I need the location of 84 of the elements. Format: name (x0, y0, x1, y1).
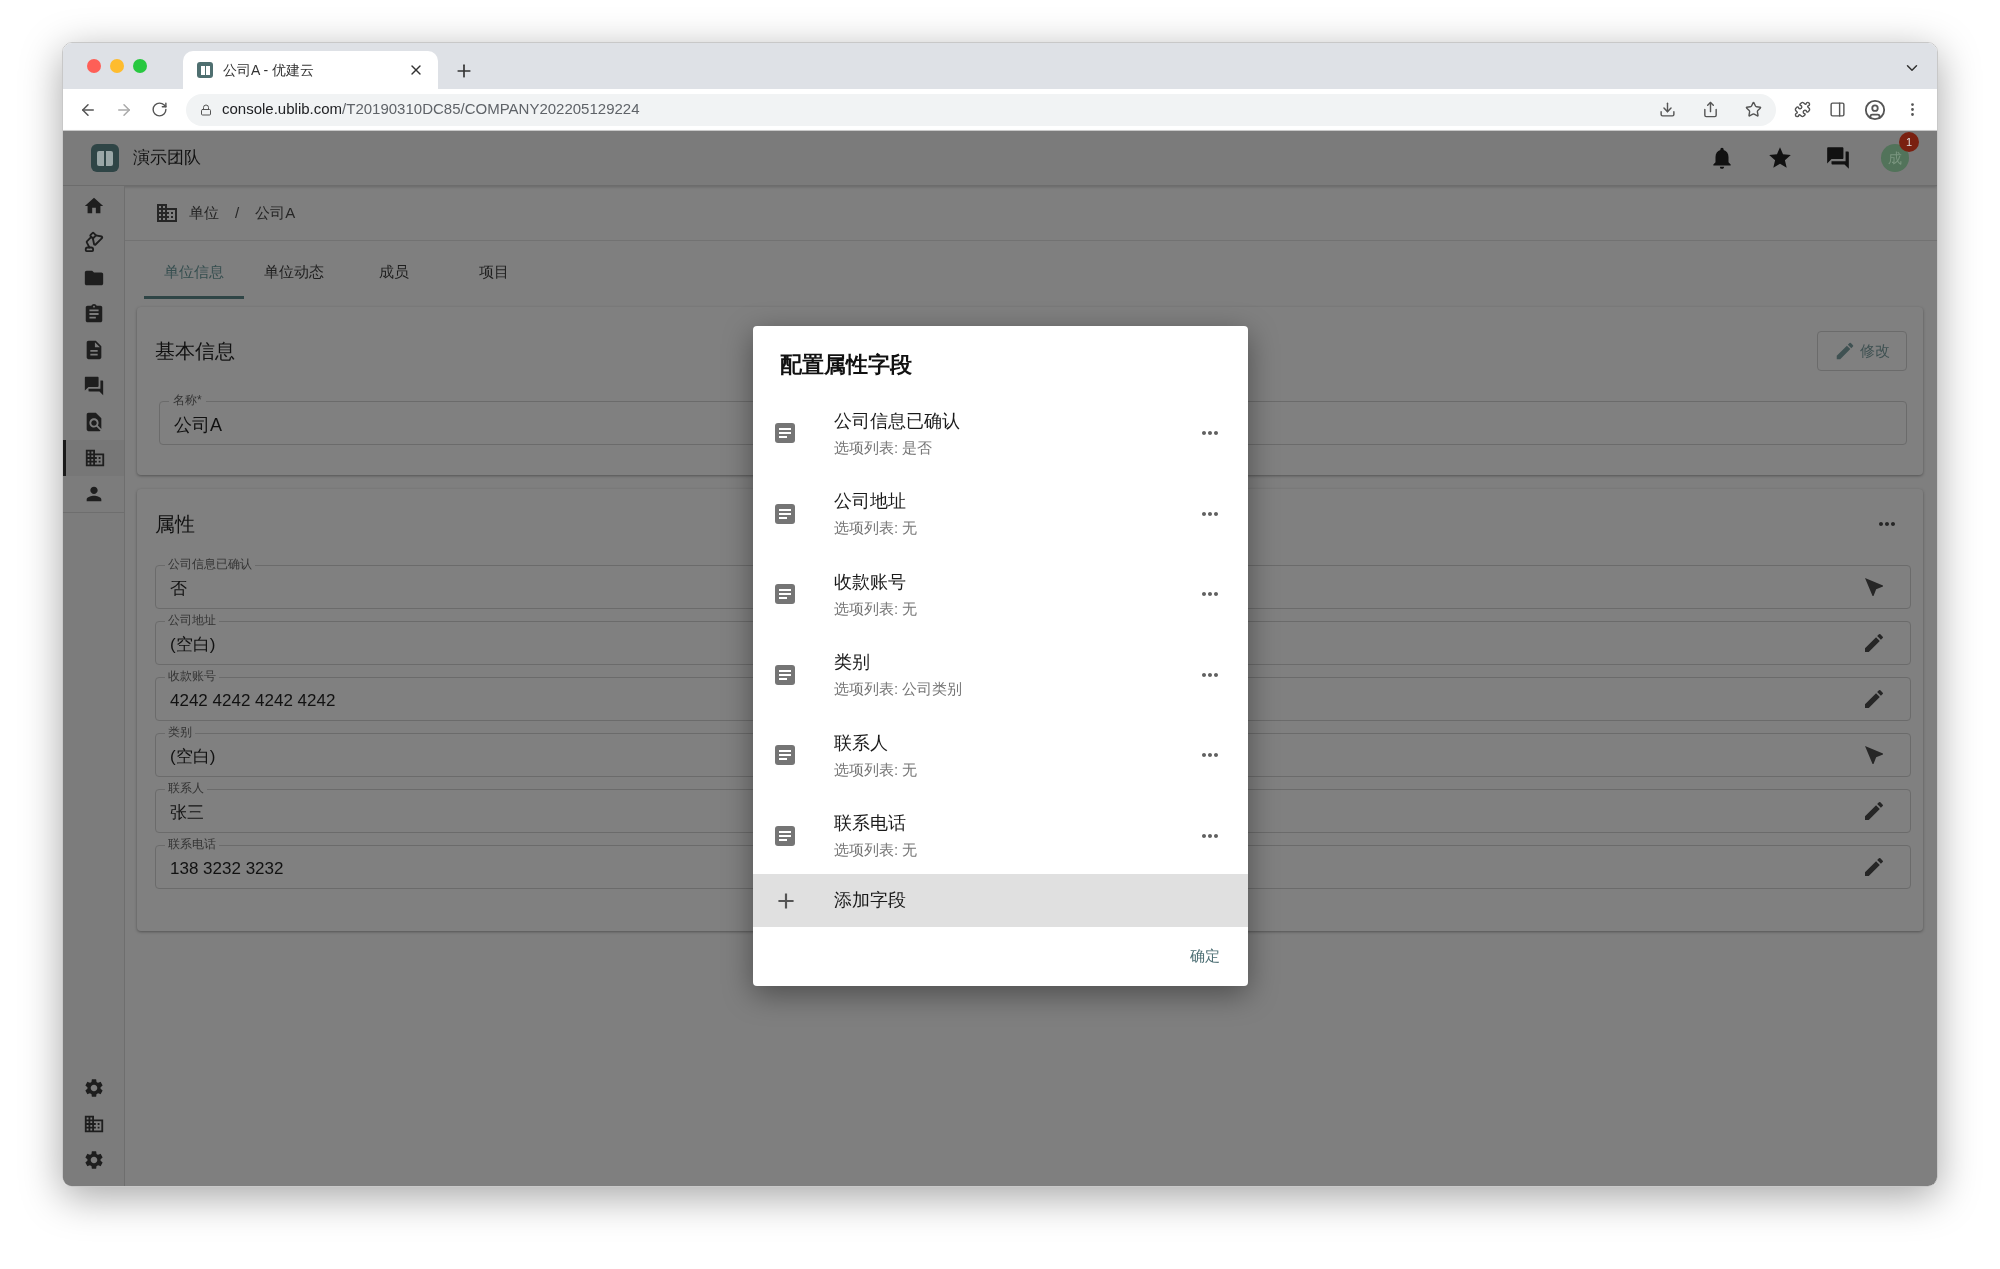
cursor-icon[interactable] (1862, 743, 1886, 767)
side-panel-icon[interactable] (1829, 101, 1846, 118)
field-value: 公司A (174, 413, 222, 437)
field-name: 公司地址 (834, 490, 907, 513)
dialog-title: 配置属性字段 (779, 351, 913, 379)
share-icon[interactable] (1702, 101, 1719, 118)
tab[interactable]: 成员 (344, 249, 444, 299)
profile-icon[interactable] (1864, 98, 1886, 121)
cursor-icon[interactable] (1862, 575, 1886, 599)
settings-icon (82, 1149, 105, 1171)
chat-icon (82, 375, 105, 397)
field-value: 4242 4242 4242 4242 (170, 690, 336, 713)
field-label: 收款账号 (165, 669, 219, 683)
edit-icon[interactable] (1862, 799, 1886, 823)
document-icon (775, 825, 795, 846)
document-icon (775, 584, 795, 605)
breadcrumb-current: 公司A (255, 202, 296, 223)
breadcrumb-link[interactable]: 单位 (189, 201, 219, 225)
edit-icon (1834, 340, 1856, 362)
field-value: 否 (170, 578, 187, 601)
building-icon (84, 447, 106, 469)
install-icon[interactable] (1659, 101, 1676, 118)
field-name: 收款账号 (834, 570, 907, 594)
field-value: 138 3232 3232 (170, 858, 284, 881)
extensions-icon[interactable] (1794, 101, 1811, 118)
url-path: /T20190310DC85/COMPANY202205129224 (342, 100, 640, 118)
team-name[interactable]: 演示团队 (133, 145, 1695, 171)
field-label: 类别 (165, 725, 195, 739)
document-icon (775, 745, 795, 766)
field-name: 公司信息已确认 (834, 409, 961, 433)
sidebar-item[interactable] (63, 440, 124, 476)
close-window-button[interactable] (87, 59, 101, 73)
field-value: (空白) (170, 746, 216, 769)
section-title: 基本信息 (155, 339, 235, 364)
field-label: 名称* (169, 393, 206, 407)
field-list-item[interactable]: 联系电话 选项列表: 无 (753, 795, 1248, 876)
browser-tab[interactable]: 公司A - 优建云 (183, 51, 438, 89)
document-icon (775, 664, 795, 685)
field-name: 类别 (834, 651, 871, 674)
field-list-item[interactable]: 联系人 选项列表: 无 (753, 715, 1248, 796)
breadcrumb-separator: / (235, 202, 240, 223)
field-label: 公司地址 (165, 613, 219, 627)
reload-icon[interactable] (151, 101, 168, 118)
field-options: 选项列表: 是否 (834, 436, 1198, 459)
field-label: 公司信息已确认 (165, 557, 255, 571)
document-icon (775, 423, 795, 444)
tab[interactable]: 单位动态 (244, 249, 344, 299)
field-list-item[interactable]: 类别 选项列表: 公司类别 (753, 634, 1248, 715)
tab[interactable]: 项目 (444, 249, 544, 299)
settings-icon (82, 1077, 105, 1099)
field-label: 联系人 (165, 781, 207, 795)
notification-badge: 1 (1899, 132, 1919, 152)
section-title: 属性 (155, 512, 195, 537)
bookmark-star-icon[interactable] (1745, 101, 1762, 118)
site-logo-icon (197, 62, 213, 78)
edit-icon[interactable] (1862, 687, 1886, 711)
edit-icon[interactable] (1862, 631, 1886, 655)
field-value: 张三 (170, 802, 204, 825)
field-options: 选项列表: 公司类别 (834, 678, 1198, 701)
field-options: 选项列表: 无 (834, 758, 1198, 781)
field-list-item[interactable]: 公司信息已确认 选项列表: 是否 (753, 393, 1248, 474)
field-list-item[interactable]: 收款账号 选项列表: 无 (753, 554, 1248, 635)
add-field-button[interactable]: 添加字段 (753, 874, 1248, 927)
field-options: 选项列表: 无 (834, 839, 1198, 862)
desk-lamp-icon (82, 231, 105, 253)
star-icon[interactable] (1767, 145, 1793, 171)
lock-icon (200, 103, 212, 116)
chat-icon[interactable] (1825, 145, 1851, 171)
address-bar[interactable]: console.ublib.com/T20190310DC85/COMPANY202205129224 (186, 93, 1776, 126)
field-name: 联系电话 (834, 812, 907, 835)
field-label: 联系电话 (165, 837, 219, 851)
document-icon (775, 503, 795, 524)
confirm-button[interactable]: 确定 (1190, 945, 1220, 968)
tab-title: 公司A - 优建云 (223, 60, 315, 80)
field-options: 选项列表: 无 (834, 517, 1198, 540)
building-icon (82, 1113, 105, 1135)
edit-icon[interactable] (1862, 855, 1886, 879)
url-host: console.ublib.com (222, 100, 343, 118)
building-icon (155, 201, 179, 225)
field-name: 联系人 (834, 731, 889, 755)
field-options: 选项列表: 无 (834, 597, 1198, 620)
field-value: (空白) (170, 634, 216, 657)
app-logo-icon[interactable] (91, 144, 119, 172)
field-list-item[interactable]: 公司地址 选项列表: 无 (753, 473, 1248, 554)
